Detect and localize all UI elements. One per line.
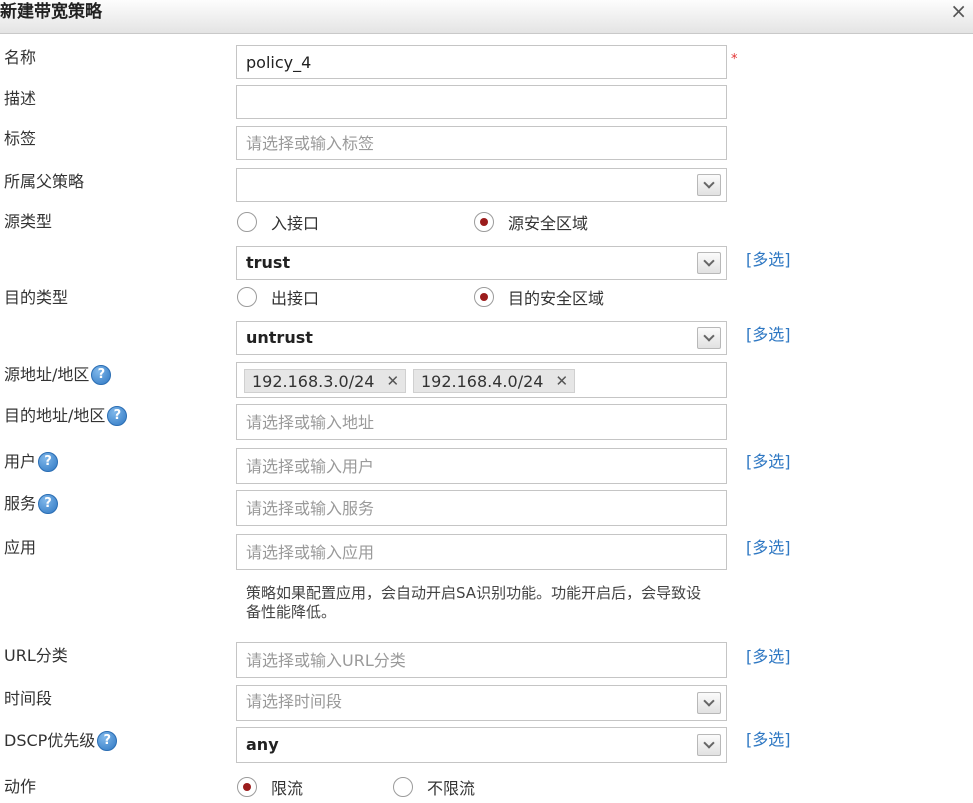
user-label: 用户 ?	[4, 452, 59, 472]
dscp-label-text: DSCP优先级	[4, 731, 96, 750]
time-label: 时间段	[4, 689, 53, 708]
remove-tag-icon[interactable]: ✕	[555, 372, 568, 390]
tag-field[interactable]	[236, 126, 727, 160]
service-input[interactable]	[237, 491, 726, 525]
user-multi-select-link[interactable]: [多选]	[746, 452, 791, 472]
time-placeholder: 请选择时间段	[246, 692, 343, 711]
app-label: 应用	[4, 538, 37, 557]
tag-input[interactable]	[237, 127, 726, 159]
parent-label: 所属父策略	[4, 172, 85, 191]
help-icon[interactable]: ?	[91, 365, 112, 385]
dst-zone-multi-select-link[interactable]: [多选]	[746, 325, 791, 345]
radio-dst-interface[interactable]: 出接口	[237, 284, 319, 310]
app-input[interactable]	[237, 535, 726, 569]
required-mark: *	[731, 52, 738, 67]
help-icon[interactable]: ?	[38, 452, 59, 472]
desc-label: 描述	[4, 89, 37, 108]
dst-type-label: 目的类型	[4, 288, 69, 307]
radio-src-zone-label: 源安全区域	[508, 214, 589, 233]
service-field[interactable]	[236, 490, 727, 526]
radio-action-limit-circle[interactable]	[237, 777, 257, 797]
src-addr-field[interactable]: 192.168.3.0/24 ✕ 192.168.4.0/24 ✕	[236, 362, 727, 398]
src-addr-label: 源地址/地区 ?	[4, 365, 112, 385]
dscp-dropdown-button[interactable]	[697, 734, 721, 756]
radio-dst-interface-circle[interactable]	[237, 287, 257, 307]
remove-tag-icon[interactable]: ✕	[386, 372, 399, 390]
chevron-down-icon	[703, 695, 715, 707]
url-field[interactable]	[236, 642, 727, 678]
url-label: URL分类	[4, 646, 68, 665]
src-zone-select[interactable]: trust	[236, 246, 727, 280]
action-label: 动作	[4, 777, 37, 796]
src-zone-dropdown-button[interactable]	[697, 252, 721, 274]
src-addr-tag: 192.168.4.0/24 ✕	[413, 369, 576, 393]
help-icon[interactable]: ?	[97, 731, 118, 751]
app-field[interactable]	[236, 534, 727, 570]
time-dropdown-button[interactable]	[697, 692, 721, 714]
src-addr-tag-text: 192.168.3.0/24	[252, 371, 375, 391]
dscp-label: DSCP优先级 ?	[4, 731, 118, 751]
dst-addr-label: 目的地址/地区 ?	[4, 406, 128, 426]
dscp-select[interactable]: any	[236, 727, 727, 763]
radio-dst-zone[interactable]: 目的安全区域	[474, 284, 604, 310]
url-input[interactable]	[237, 643, 726, 677]
name-input[interactable]	[237, 46, 726, 78]
src-addr-tag: 192.168.3.0/24 ✕	[244, 369, 407, 393]
radio-src-zone[interactable]: 源安全区域	[474, 209, 588, 235]
src-zone-multi-select-link[interactable]: [多选]	[746, 250, 791, 270]
user-input[interactable]	[237, 449, 726, 483]
dst-zone-dropdown-button[interactable]	[697, 327, 721, 349]
close-icon[interactable]: ×	[950, 0, 967, 24]
radio-src-interface-circle[interactable]	[237, 212, 257, 232]
radio-src-zone-circle[interactable]	[474, 212, 494, 232]
dialog-titlebar: 新建带宽策略 ×	[0, 0, 973, 34]
src-type-label: 源类型	[4, 212, 53, 231]
time-select[interactable]: 请选择时间段	[236, 685, 727, 721]
user-field[interactable]	[236, 448, 727, 484]
radio-src-interface-label: 入接口	[271, 214, 320, 233]
src-addr-label-text: 源地址/地区	[4, 365, 90, 384]
radio-dst-zone-circle[interactable]	[474, 287, 494, 307]
dst-zone-select[interactable]: untrust	[236, 321, 727, 355]
radio-action-nolimit-label: 不限流	[427, 779, 476, 798]
dst-addr-input[interactable]	[237, 405, 726, 439]
radio-action-nolimit[interactable]: 不限流	[393, 774, 475, 800]
chevron-down-icon	[703, 177, 715, 189]
chevron-down-icon	[703, 737, 715, 749]
name-label: 名称	[4, 48, 37, 67]
radio-src-interface[interactable]: 入接口	[237, 209, 319, 235]
radio-dst-interface-label: 出接口	[271, 289, 320, 308]
help-icon[interactable]: ?	[107, 406, 128, 426]
dialog-title: 新建带宽策略	[0, 2, 102, 22]
radio-dst-zone-label: 目的安全区域	[508, 289, 605, 308]
dscp-value: any	[246, 735, 279, 754]
help-icon[interactable]: ?	[38, 494, 59, 514]
chevron-down-icon	[703, 255, 715, 267]
radio-action-nolimit-circle[interactable]	[393, 777, 413, 797]
parent-dropdown-button[interactable]	[697, 174, 721, 196]
parent-select[interactable]	[236, 168, 727, 202]
dst-addr-field[interactable]	[236, 404, 727, 440]
url-multi-select-link[interactable]: [多选]	[746, 647, 791, 667]
app-multi-select-link[interactable]: [多选]	[746, 538, 791, 558]
src-addr-tag-text: 192.168.4.0/24	[421, 371, 544, 391]
chevron-down-icon	[703, 330, 715, 342]
service-label-text: 服务	[4, 494, 37, 513]
radio-action-limit-label: 限流	[271, 779, 304, 798]
dscp-multi-select-link[interactable]: [多选]	[746, 730, 791, 750]
src-zone-value: trust	[246, 253, 291, 272]
service-label: 服务 ?	[4, 494, 59, 514]
app-note: 策略如果配置应用，会自动开启SA识别功能。功能开启后，会导致设备性能降低。	[246, 584, 702, 621]
desc-input[interactable]	[237, 86, 726, 118]
dst-zone-value: untrust	[246, 328, 313, 347]
user-label-text: 用户	[4, 452, 37, 471]
desc-field[interactable]	[236, 85, 727, 119]
tag-label: 标签	[4, 129, 37, 148]
radio-action-limit[interactable]: 限流	[237, 774, 303, 800]
name-field[interactable]	[236, 45, 727, 79]
dst-addr-label-text: 目的地址/地区	[4, 406, 106, 425]
